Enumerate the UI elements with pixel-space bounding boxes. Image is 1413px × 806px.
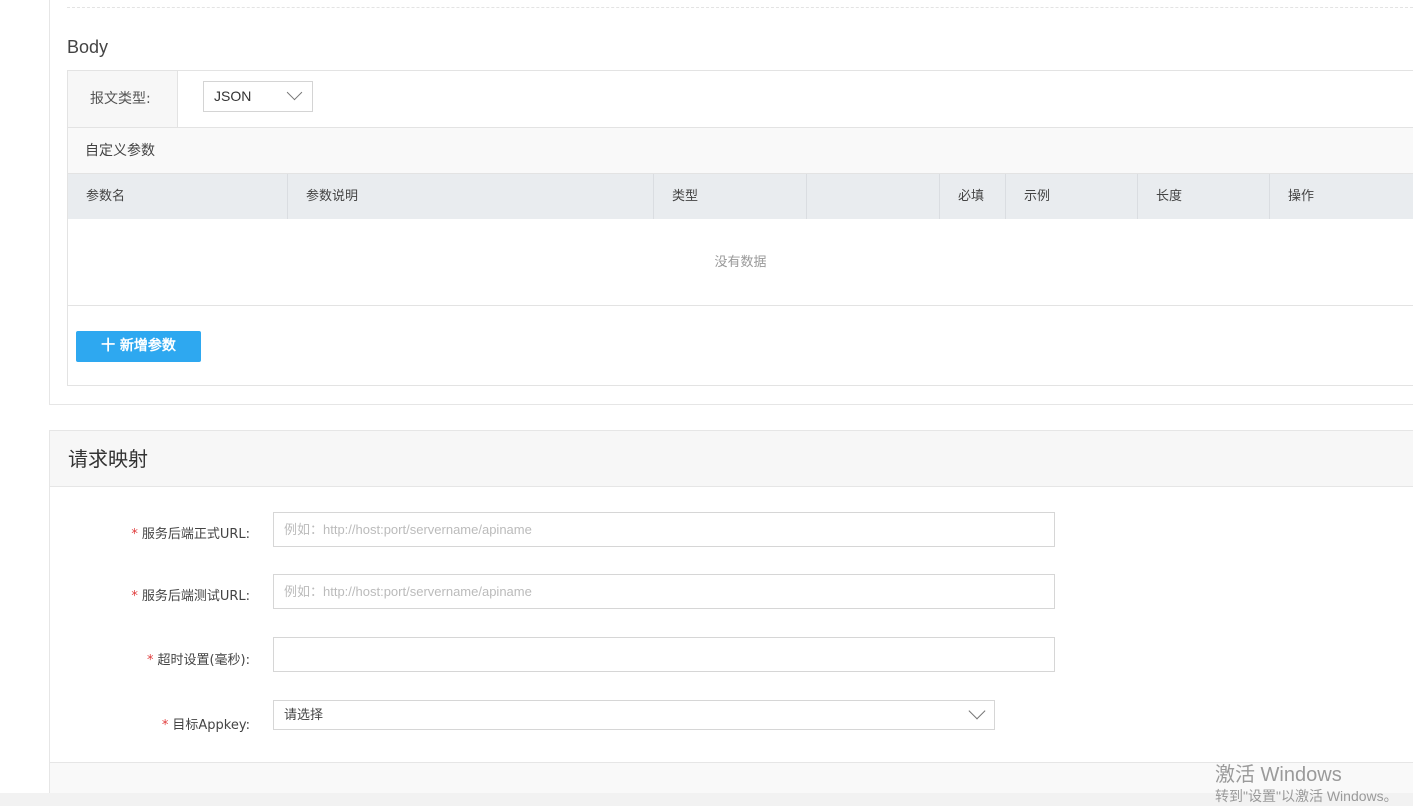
body-box: 报文类型: JSON 自定义参数 参数名 参数说明 类型 必填 示例 长度 操作… <box>67 70 1413 386</box>
test-url-label: * 服务后端测试URL: <box>131 589 250 604</box>
custom-params-header: 自定义参数 <box>68 128 1413 174</box>
body-section-title: Body <box>67 37 109 57</box>
appkey-label: * 目标Appkey: <box>161 718 250 733</box>
appkey-placeholder: 请选择 <box>284 707 324 722</box>
msg-type-select[interactable]: JSON <box>203 81 313 112</box>
chevron-down-icon <box>968 702 986 720</box>
form-row-prod-url: * 服务后端正式URL: 例如：http://host:port/serverna… <box>50 512 1150 547</box>
mapping-title: 请求映射 <box>68 447 148 471</box>
msg-type-row: 报文类型: JSON <box>68 71 1413 128</box>
col-example: 示例 <box>1006 174 1138 219</box>
col-param-name: 参数名 <box>68 174 288 219</box>
col-param-desc: 参数说明 <box>288 174 654 219</box>
add-param-button[interactable]: 十 新增参数 <box>76 331 201 362</box>
required-mark: * <box>131 527 138 542</box>
mapping-header: 请求映射 <box>50 430 1413 487</box>
test-url-input[interactable]: 例如：http://host:port/servername/apiname <box>273 574 1055 609</box>
msg-type-value: JSON <box>214 88 252 104</box>
msg-type-label: 报文类型: <box>68 71 178 127</box>
col-required: 必填 <box>940 174 1006 219</box>
params-table-header: 参数名 参数说明 类型 必填 示例 长度 操作 <box>68 174 1413 219</box>
prod-url-input[interactable]: 例如：http://host:port/servername/apiname <box>273 512 1055 547</box>
timeout-input[interactable] <box>273 637 1055 672</box>
form-row-test-url: * 服务后端测试URL: 例如：http://host:port/serverna… <box>50 574 1150 609</box>
required-mark: * <box>131 589 138 604</box>
required-mark: * <box>146 653 154 668</box>
col-blank <box>807 174 940 219</box>
form-row-timeout: * 超时设置(毫秒): <box>50 637 1150 672</box>
chevron-down-icon <box>286 84 303 101</box>
activate-windows-title: 激活 Windows <box>1215 764 1342 786</box>
appkey-select[interactable]: 请选择 <box>273 700 995 730</box>
request-mapping-panel: 请求映射 * 服务后端正式URL: 例如：http://host:port/ser… <box>49 430 1413 806</box>
timeout-label: * 超时设置(毫秒): <box>146 653 250 668</box>
bottom-strip <box>0 793 1413 806</box>
col-type: 类型 <box>654 174 807 219</box>
required-mark: * <box>161 718 169 733</box>
form-row-appkey: * 目标Appkey: 请选择 <box>50 700 1150 733</box>
activate-windows-hint: 转到"设置"以激活 Windows。 <box>1215 788 1398 804</box>
empty-table-message: 没有数据 <box>68 219 1413 306</box>
col-length: 长度 <box>1138 174 1270 219</box>
prod-url-label: * 服务后端正式URL: <box>131 527 250 542</box>
col-action: 操作 <box>1288 189 1315 204</box>
